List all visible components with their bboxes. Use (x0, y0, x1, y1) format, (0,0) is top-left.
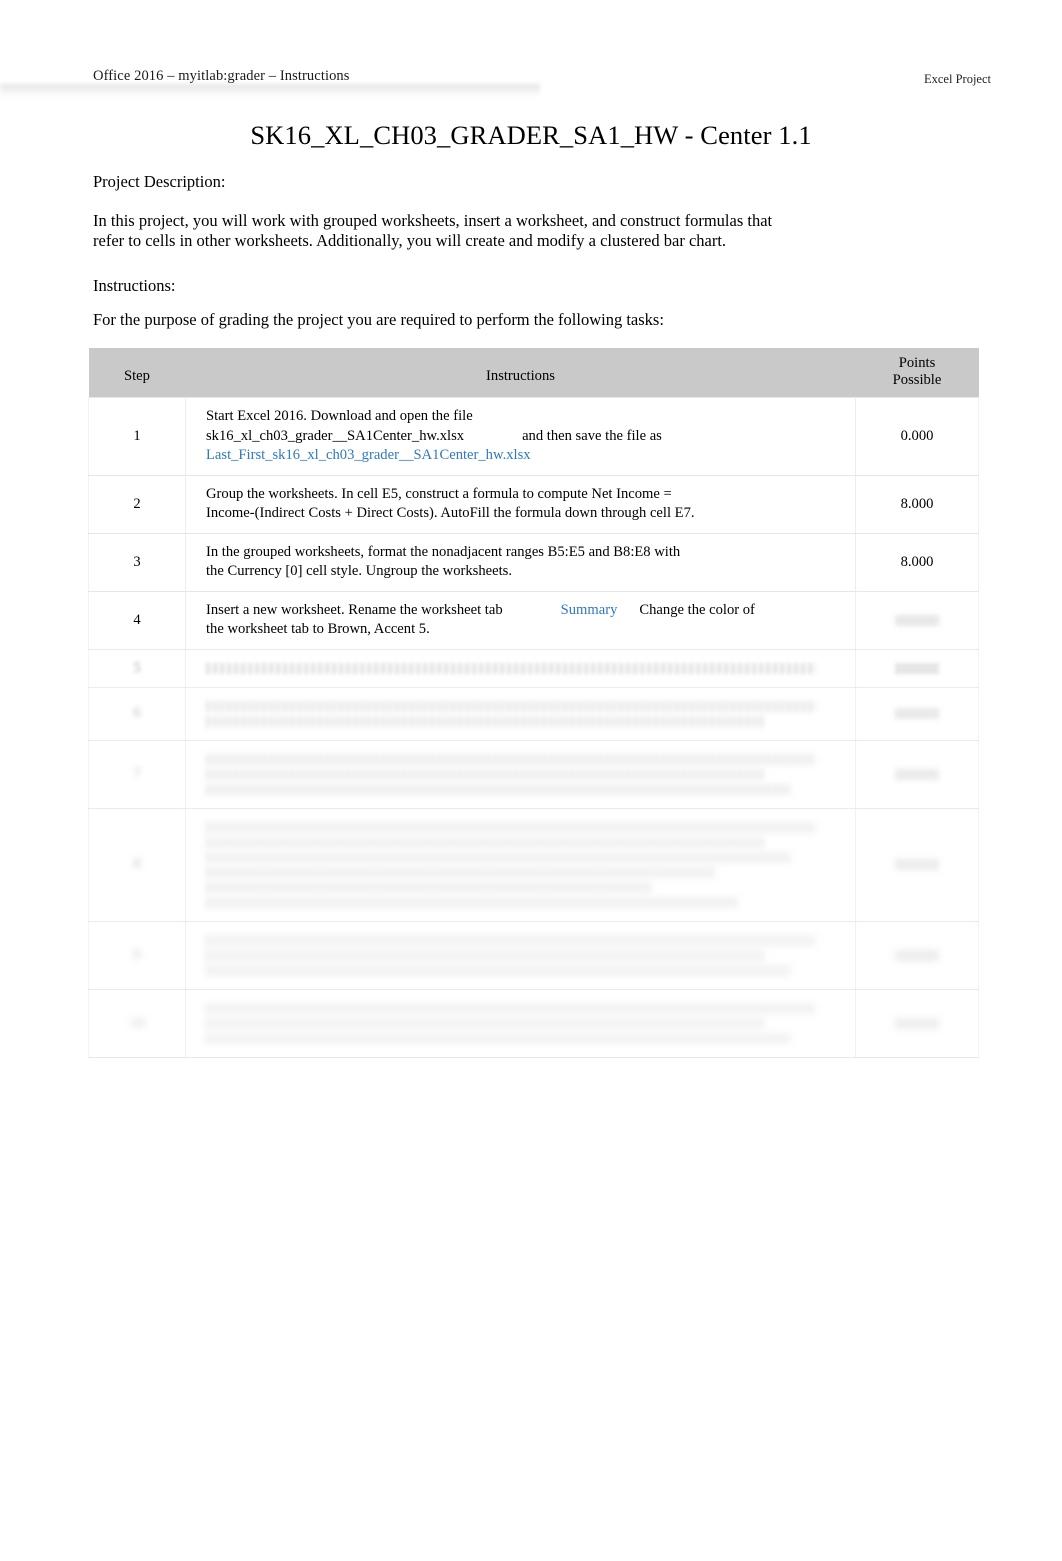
table-row: 3 In the grouped worksheets, format the n… (88, 532, 979, 592)
table-cell-step: 6 (88, 686, 186, 741)
obscured-points-value (895, 859, 939, 870)
table-header: Step Instructions Points Possible (88, 348, 979, 398)
table-cell-points: 8.000 (855, 532, 979, 592)
table-cell-points: 8.000 (855, 474, 979, 534)
table-cell-step: 2 (88, 474, 186, 534)
obscured-text-line (206, 821, 816, 833)
table-cell-step: 9 (88, 920, 186, 990)
obscured-text-line (206, 964, 791, 976)
obscured-text-line (206, 783, 791, 795)
page-footer (93, 1292, 973, 1314)
instructions-label: Instructions: (93, 275, 176, 295)
table-row: 2 Group the worksheets. In cell E5, const… (88, 474, 979, 534)
header-left-text: Office 2016 – myitlab:grader – Instructi… (93, 68, 350, 84)
page-header: Office 2016 – myitlab:grader – Instructi… (0, 68, 1062, 94)
instructions-text: For the purpose of grading the project y… (93, 310, 664, 329)
obscured-text-line (206, 836, 765, 848)
table-cell-points: 0.000 (855, 397, 979, 476)
obscured-points-value (895, 708, 939, 719)
obscured-points-value (895, 662, 939, 674)
table-cell-points (855, 739, 979, 809)
table-cell-instructions: Start Excel 2016. Download and open the … (185, 397, 856, 476)
instruction-text: the Currency [0] cell style. Ungroup the… (206, 563, 512, 579)
table-row: 7 (88, 739, 979, 809)
instruction-text: Change the color of (639, 601, 755, 618)
table-cell-points (855, 807, 979, 922)
table-cell-points (855, 686, 979, 741)
page-title: SK16_XL_CH03_GRADER_SA1_HW - Center 1.1 (250, 120, 812, 150)
table-cell-instructions (185, 648, 856, 688)
instruction-link[interactable]: Summary (561, 602, 618, 618)
project-description-text: In this project, you will work with grou… (93, 210, 773, 251)
table-cell-instructions (185, 988, 856, 1058)
obscured-text-line (206, 715, 765, 727)
obscured-text-line (206, 662, 816, 674)
column-header-points: Points Possible (855, 348, 979, 398)
obscured-points-value (895, 614, 939, 626)
obscured-text-line (206, 896, 740, 908)
obscured-text-line (206, 700, 816, 712)
table-row: 1 Start Excel 2016. Download and open the… (88, 397, 979, 476)
obscured-text-line (206, 1017, 765, 1029)
table-cell-instructions: Group the worksheets. In cell E5, constr… (185, 474, 856, 534)
instruction-text: In the grouped worksheets, format the no… (206, 543, 681, 560)
obscured-text-line (206, 768, 765, 780)
instruction-text: Start Excel 2016. Download and open the … (206, 408, 473, 424)
obscured-text-line (206, 1032, 791, 1044)
table-cell-instructions: Insert a new worksheet. Rename the works… (185, 590, 856, 650)
table-cell-points (855, 590, 979, 650)
header-right-text: Excel Project (924, 72, 991, 86)
table-cell-step: 5 (88, 648, 186, 688)
document-body: Project Description: In this project, yo… (93, 172, 793, 331)
instruction-text: and then save the file as (522, 427, 662, 444)
obscured-text-line (206, 881, 651, 893)
table-header-row: Step Instructions Points Possible (88, 348, 979, 398)
table-row: 8 (88, 807, 979, 922)
table-cell-points (855, 648, 979, 688)
table-row: 6 (88, 686, 979, 741)
table-row: 9 (88, 920, 979, 990)
obscured-text-line (206, 1002, 816, 1014)
table-cell-points (855, 920, 979, 990)
instruction-text: the worksheet tab to Brown, Accent 5. (206, 621, 430, 637)
table-cell-instructions (185, 920, 856, 990)
table-cell-step: 8 (88, 807, 186, 922)
project-description-label: Project Description: (93, 172, 226, 191)
table-row: 4 Insert a new worksheet. Rename the work… (88, 590, 979, 650)
table-cell-step: 7 (88, 739, 186, 809)
table-cell-points (855, 988, 979, 1058)
table-cell-instructions (185, 807, 856, 922)
instructions-table: Step Instructions Points Possible 1 Start… (88, 348, 979, 1058)
column-header-step: Step (88, 348, 186, 398)
obscured-text-line (206, 851, 791, 863)
instruction-text: Income-(Indirect Costs + Direct Costs). … (206, 505, 695, 521)
instruction-link[interactable]: Last_First_sk16_xl_ch03_grader__SA1Cente… (206, 447, 531, 463)
obscured-points-value (895, 949, 939, 961)
obscured-points-value (895, 1017, 939, 1029)
table-cell-step: 4 (88, 590, 186, 650)
table-row: 10 (88, 988, 979, 1058)
points-header-line2: Possible (892, 372, 942, 388)
obscured-text-line (206, 949, 765, 961)
table-cell-instructions: In the grouped worksheets, format the no… (185, 532, 856, 592)
instruction-text: Insert a new worksheet. Rename the works… (206, 601, 503, 618)
table-cell-instructions (185, 686, 856, 741)
table-cell-step: 3 (88, 532, 186, 592)
obscured-text-line (206, 753, 816, 765)
obscured-text-line (206, 866, 714, 878)
table-row: 5 (88, 648, 979, 688)
obscured-points-value (895, 768, 939, 780)
table-cell-instructions (185, 739, 856, 809)
column-header-instructions: Instructions (185, 348, 856, 398)
instruction-text: Group the worksheets. In cell E5, constr… (206, 485, 672, 502)
instruction-text: sk16_xl_ch03_grader__SA1Center_hw.xlsx (206, 427, 465, 444)
table-cell-step: 1 (88, 397, 186, 476)
points-header-line1: Points (898, 355, 936, 371)
table-cell-step: 10 (88, 988, 186, 1058)
obscured-text-line (206, 934, 816, 946)
table-body: 1 Start Excel 2016. Download and open the… (88, 397, 979, 1058)
